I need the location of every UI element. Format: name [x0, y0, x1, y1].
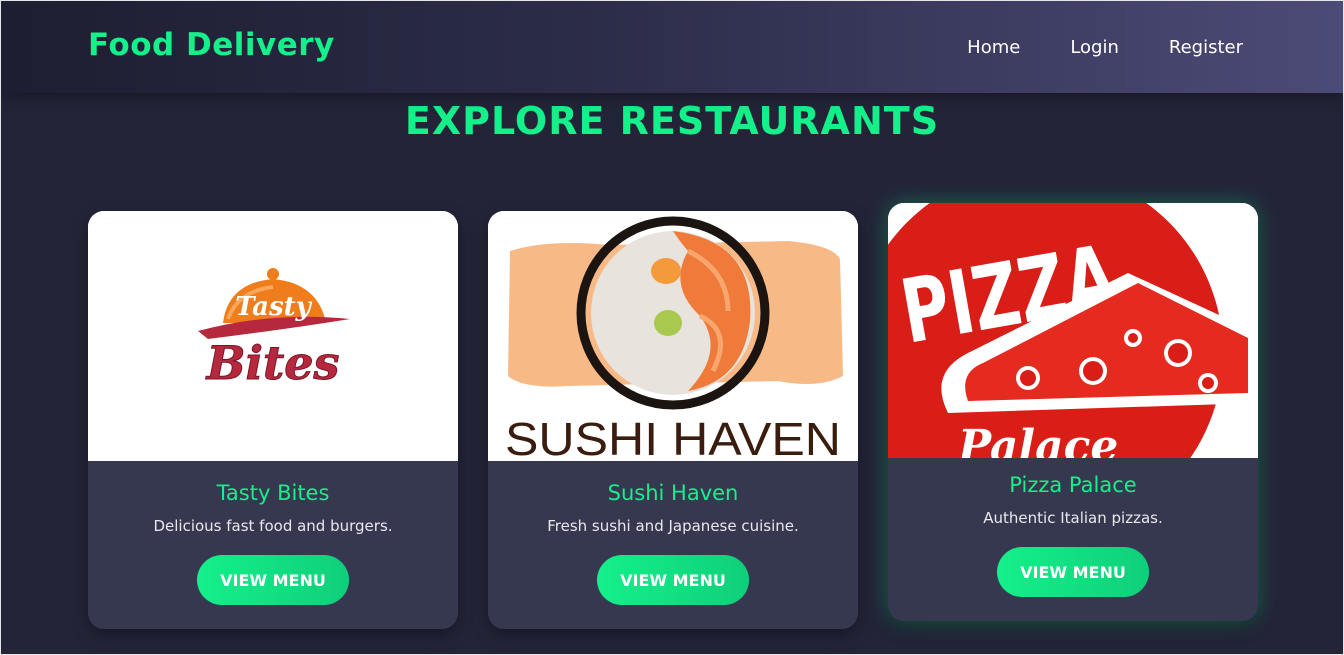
restaurant-name: Tasty Bites: [216, 481, 330, 505]
sushi-haven-logo-text: SUSHI HAVEN: [505, 413, 841, 461]
restaurant-description: Delicious fast food and burgers.: [153, 517, 393, 535]
tasty-bites-logo: Tasty Bites: [88, 211, 458, 461]
page-title: EXPLORE RESTAURANTS: [404, 99, 940, 143]
restaurant-logo-image: Tasty Bites: [88, 211, 458, 461]
restaurant-card: SUSHI HAVEN Sushi Haven Fresh sushi and …: [488, 211, 858, 629]
nav-login-link[interactable]: Login: [1070, 37, 1119, 58]
pizza-palace-logo: PIZZA Palace: [888, 203, 1258, 458]
view-menu-button[interactable]: VIEW MENU: [997, 547, 1149, 597]
sushi-haven-logo: SUSHI HAVEN: [488, 211, 858, 461]
restaurant-description: Fresh sushi and Japanese cuisine.: [547, 517, 799, 535]
tasty-logo-text: Tasty: [235, 292, 312, 322]
nav-links: Home Login Register: [967, 37, 1243, 58]
view-menu-button[interactable]: VIEW MENU: [197, 555, 349, 605]
nav-register-link[interactable]: Register: [1169, 37, 1243, 58]
app-frame: Food Delivery Home Login Register EXPLOR…: [0, 0, 1344, 655]
nav-home-link[interactable]: Home: [967, 37, 1020, 58]
restaurant-card: Tasty Bites Tasty Bites Delicious fast f…: [88, 211, 458, 629]
bites-logo-text: Bites: [205, 336, 340, 390]
brand-logo[interactable]: Food Delivery: [88, 27, 335, 63]
restaurant-description: Authentic Italian pizzas.: [983, 509, 1163, 527]
restaurant-name: Pizza Palace: [1009, 473, 1137, 497]
restaurant-logo-image: SUSHI HAVEN: [488, 211, 858, 461]
restaurant-name: Sushi Haven: [607, 481, 739, 505]
navbar: Food Delivery Home Login Register: [1, 1, 1343, 93]
view-menu-button[interactable]: VIEW MENU: [597, 555, 749, 605]
restaurant-logo-image: PIZZA Palace: [888, 203, 1258, 458]
palace-logo-text: Palace: [956, 421, 1118, 458]
restaurant-card: PIZZA Palace Pizza Palace Authentic Ital…: [888, 203, 1258, 621]
